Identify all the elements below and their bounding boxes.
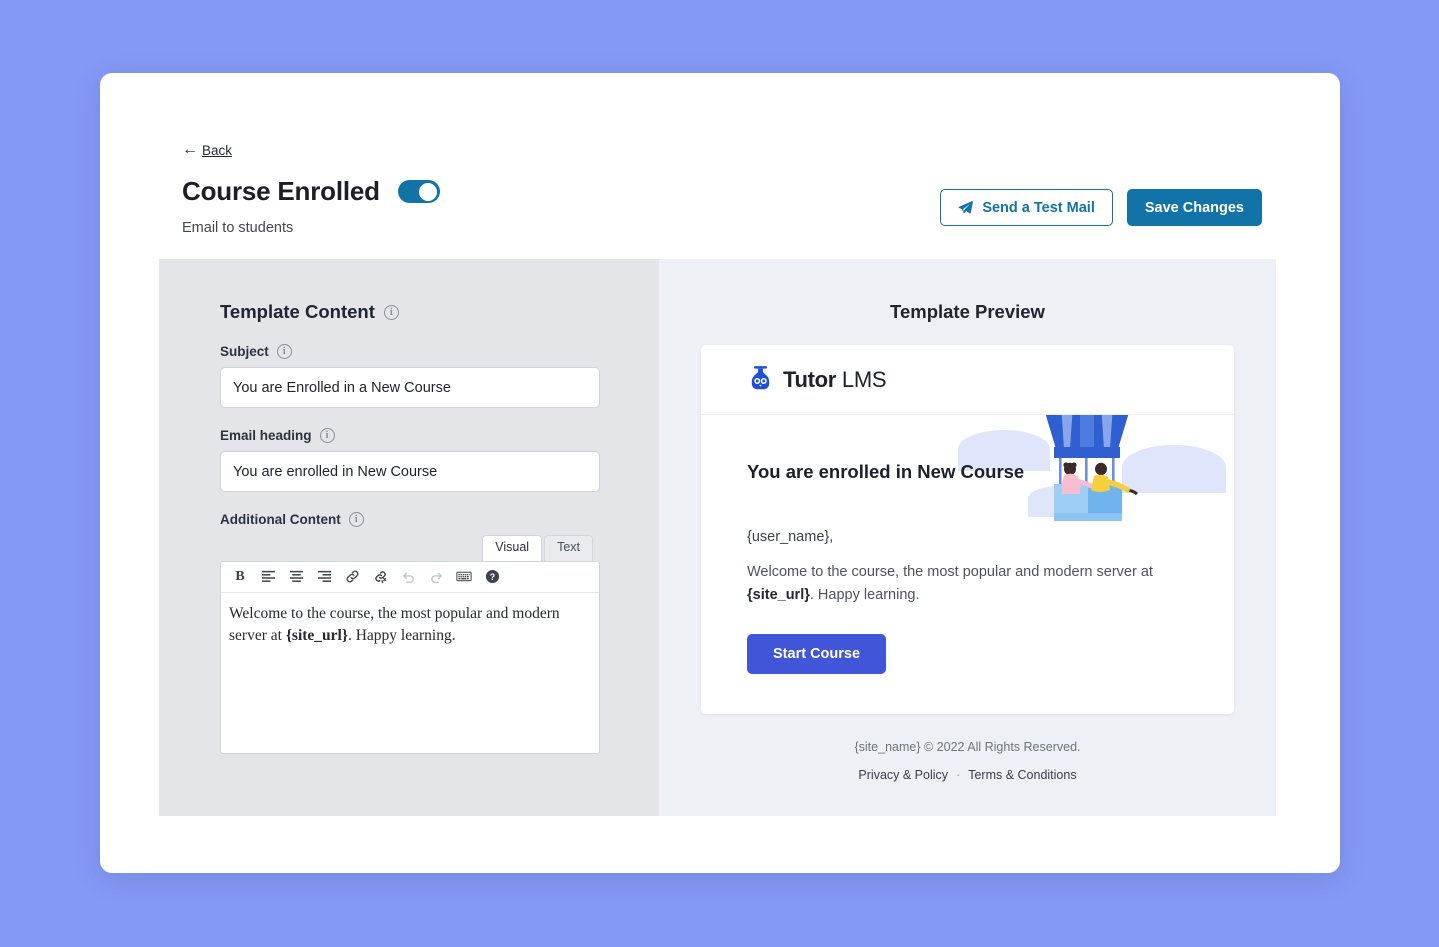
bold-icon[interactable]: B: [226, 564, 254, 590]
email-preview-card: Tutor LMS You are enrolled in New Course…: [701, 345, 1234, 714]
page-subtitle: Email to students: [182, 220, 294, 236]
save-changes-label: Save Changes: [1144, 199, 1244, 216]
undo-icon[interactable]: [394, 564, 422, 590]
email-header: Tutor LMS: [701, 345, 1234, 415]
template-content-pane: Template Content i Subject i Email headi…: [159, 259, 659, 816]
paper-plane-icon: [958, 200, 974, 215]
back-label: Back: [202, 142, 233, 158]
subject-label-text: Subject: [220, 344, 269, 359]
send-test-mail-button[interactable]: Send a Test Mail: [940, 189, 1113, 226]
info-icon[interactable]: i: [319, 428, 335, 443]
email-paragraph-part1: Welcome to the course, the most popular …: [747, 564, 1153, 580]
subject-label: Subject i: [220, 344, 612, 359]
back-link[interactable]: ← Back: [182, 142, 232, 158]
email-preview-footer: {site_name} © 2022 All Rights Reserved. …: [701, 740, 1234, 782]
email-paragraph-part2: . Happy learning.: [809, 587, 920, 604]
rich-text-editor: Visual Text B ? Welcome to the course, t…: [220, 535, 600, 754]
footer-copyright: {site_name} © 2022 All Rights Reserved.: [854, 739, 1081, 754]
tab-visual[interactable]: Visual: [482, 535, 543, 561]
arrow-left-icon: ←: [182, 141, 198, 158]
header-actions: Send a Test Mail Save Changes: [940, 189, 1262, 226]
align-center-icon[interactable]: [282, 564, 310, 590]
template-content-title: Template Content i: [220, 301, 612, 323]
footer-separator: ·: [956, 767, 961, 782]
help-icon[interactable]: ?: [478, 564, 506, 590]
template-preview-title: Template Preview: [890, 301, 1045, 322]
brand-name-bold: Tutor: [783, 366, 837, 392]
terms-conditions-link[interactable]: Terms & Conditions: [968, 768, 1076, 782]
editor-mode-tabs: Visual Text: [220, 535, 600, 561]
template-content-title-text: Template Content: [220, 301, 375, 322]
subject-field-block: Subject i: [220, 344, 612, 408]
email-heading-field-block: Email heading i: [220, 428, 612, 492]
brand-name-light: LMS: [841, 366, 887, 392]
editor-preview-split: Template Content i Subject i Email headi…: [159, 259, 1276, 816]
send-test-mail-label: Send a Test Mail: [982, 199, 1095, 216]
footer-links: Privacy & Policy · Terms & Conditions: [701, 768, 1234, 782]
email-preview-paragraph: Welcome to the course, the most popular …: [747, 561, 1167, 608]
editor-content-area[interactable]: Welcome to the course, the most popular …: [221, 593, 599, 657]
tab-text[interactable]: Text: [544, 535, 593, 561]
title-row: Course Enrolled: [182, 176, 440, 207]
start-course-button[interactable]: Start Course: [747, 633, 887, 674]
additional-content-label: Additional Content i: [220, 512, 612, 527]
editor-text-part2: . Happy learning.: [347, 626, 456, 644]
additional-content-label-text: Additional Content: [220, 512, 341, 527]
info-icon[interactable]: i: [383, 304, 399, 320]
app-card: ← Back Course Enrolled Email to students…: [100, 73, 1340, 873]
unlink-icon[interactable]: [366, 564, 394, 590]
editor-box: B ? Welcome to the course, the most popu…: [220, 560, 600, 754]
email-heading-label-text: Email heading: [220, 428, 312, 443]
tutor-lms-owl-logo-icon: [747, 364, 774, 396]
svg-text:?: ?: [489, 572, 494, 582]
additional-content-field-block: Additional Content i Visual Text B ? Wel…: [220, 512, 612, 754]
brand-name: Tutor LMS: [783, 366, 887, 393]
info-icon[interactable]: i: [276, 344, 292, 359]
info-icon[interactable]: i: [348, 512, 364, 527]
toggle-knob: [419, 182, 438, 201]
enable-template-toggle[interactable]: [397, 180, 440, 203]
email-paragraph-bold: {site_url}: [747, 587, 810, 604]
template-preview-pane: Template Preview Tutor LMS You are enrol…: [659, 259, 1276, 816]
align-left-icon[interactable]: [254, 564, 282, 590]
email-preview-heading: You are enrolled in New Course: [747, 461, 1025, 482]
email-body: You are enrolled in New Course {user_nam…: [701, 415, 1234, 714]
brand: Tutor LMS: [747, 364, 887, 396]
email-heading-input[interactable]: [220, 451, 600, 492]
email-heading-label: Email heading i: [220, 428, 612, 443]
subject-input[interactable]: [220, 367, 600, 408]
page-title: Course Enrolled: [182, 176, 380, 206]
editor-text-bold: {site_url}: [285, 626, 348, 644]
redo-icon[interactable]: [422, 564, 450, 590]
privacy-policy-link[interactable]: Privacy & Policy: [858, 768, 948, 782]
link-icon[interactable]: [338, 564, 366, 590]
keyboard-shortcuts-icon[interactable]: [450, 564, 478, 590]
email-preview-greeting: {user_name},: [747, 529, 834, 545]
editor-toolbar: B ?: [221, 561, 599, 593]
align-right-icon[interactable]: [310, 564, 338, 590]
save-changes-button[interactable]: Save Changes: [1126, 189, 1262, 226]
